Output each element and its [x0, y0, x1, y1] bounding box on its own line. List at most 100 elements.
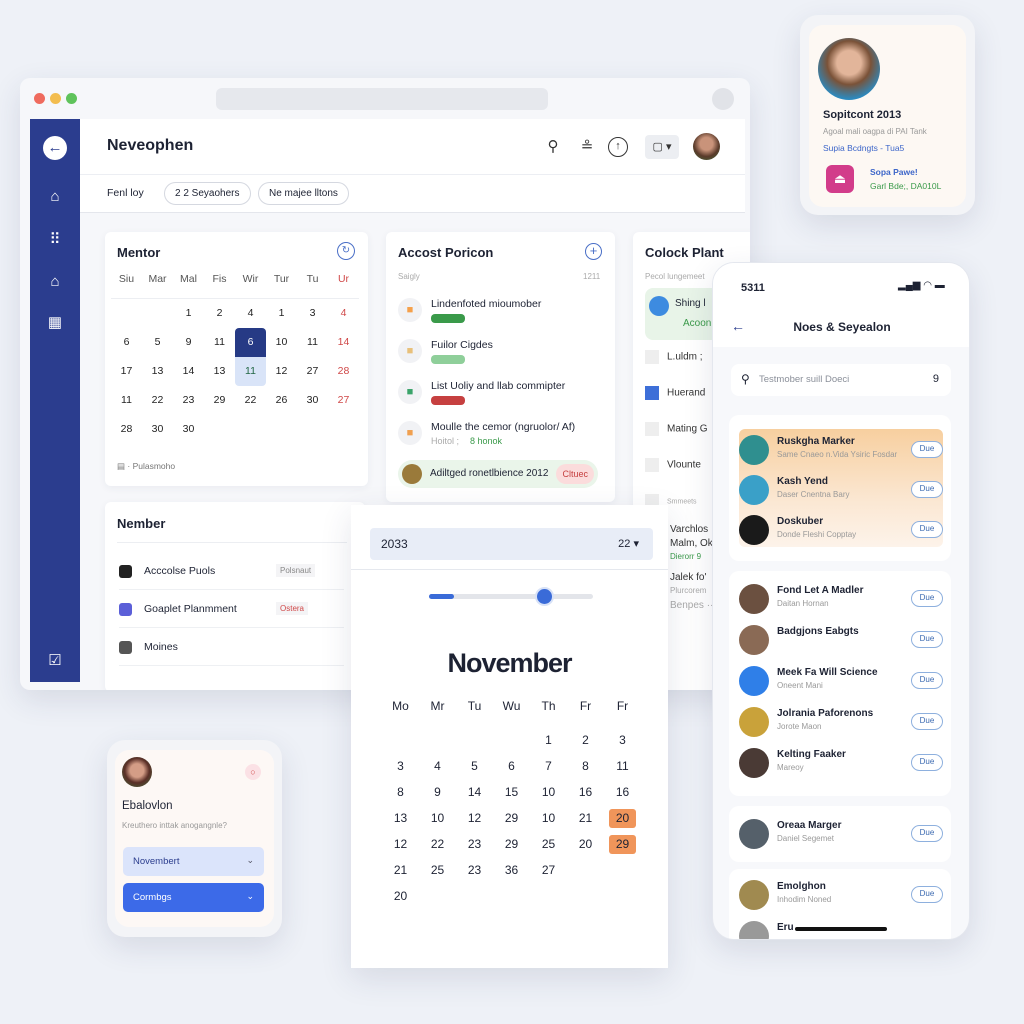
list-item-text[interactable]: Dierorr 9 [670, 552, 701, 561]
calendar-day[interactable]: 1 [266, 299, 297, 328]
calendar-day[interactable]: 20 [567, 833, 604, 859]
calendar-day[interactable]: 30 [173, 415, 204, 444]
calendar-day[interactable]: 28 [111, 415, 142, 444]
due-button[interactable]: Due [911, 825, 943, 842]
grid-icon[interactable]: ⠿ [43, 228, 67, 252]
calendar-day[interactable]: 15 [493, 781, 530, 807]
due-button[interactable]: Due [911, 441, 943, 458]
calendar-day[interactable]: 12 [382, 833, 419, 859]
list-item[interactable]: ■ Lindenfoted mioumober [398, 292, 598, 332]
calendar-day[interactable]: 27 [530, 859, 567, 885]
refresh-icon[interactable]: ↻ [337, 242, 355, 260]
calendar-day[interactable]: 14 [328, 328, 359, 357]
filter-chip[interactable]: 2 2 Seyaohers [164, 182, 251, 205]
calendar-day[interactable]: 4 [235, 299, 266, 328]
calendar-day[interactable]: 7 [530, 755, 567, 781]
contact-row[interactable]: Ruskgha Marker Same Cnaeo n.Vida Ysiric F… [739, 430, 943, 470]
calendar-day[interactable]: 29 [604, 833, 641, 859]
calendar-day[interactable]: 17 [111, 357, 142, 386]
calendar-day[interactable]: 26 [266, 386, 297, 415]
calendar-day[interactable]: 14 [173, 357, 204, 386]
calendar-day[interactable]: 5 [456, 755, 493, 781]
maximize-window-button[interactable] [66, 93, 77, 104]
calendar-day[interactable]: 22 [142, 386, 173, 415]
calendar-day[interactable]: 1 [173, 299, 204, 328]
calendar-day[interactable]: 21 [382, 859, 419, 885]
list-item[interactable]: Huerand [645, 386, 705, 400]
calendar-day[interactable]: 5 [142, 328, 173, 357]
contact-row[interactable]: Jolrania Paforenons Jorote Maon Due [739, 702, 943, 742]
contact-row[interactable]: Meek Fa Will Science Oneent Mani Due [739, 661, 943, 701]
month-select[interactable]: Novembert ⌄ [123, 847, 264, 876]
calendar-day[interactable]: 27 [328, 386, 359, 415]
due-button[interactable]: Due [911, 672, 943, 689]
calendar-day[interactable]: 3 [297, 299, 328, 328]
calendar-day[interactable]: 9 [419, 781, 456, 807]
calendar-day[interactable]: 20 [604, 807, 641, 833]
calendar-day[interactable]: 10 [530, 807, 567, 833]
calendar-day[interactable]: 13 [204, 357, 235, 386]
close-icon[interactable]: ○ [245, 764, 261, 780]
contact-row[interactable]: Emolghon Inhodim Noned Due [739, 875, 943, 915]
search-input[interactable]: ⚲ Testmober suill Doeci 9 [731, 364, 951, 396]
search-icon[interactable]: ⚲ [541, 135, 565, 159]
calendar-day[interactable]: 10 [419, 807, 456, 833]
app-icon[interactable]: ⏏ [826, 165, 854, 193]
year-selector[interactable]: 2033 22 ▾ [370, 528, 653, 560]
calendar-day[interactable]: 21 [567, 807, 604, 833]
list-item[interactable]: Acccolse Puols Polsnaut [119, 552, 344, 590]
calendar-day[interactable]: 2 [567, 729, 604, 755]
calendar-day[interactable]: 2 [204, 299, 235, 328]
list-item[interactable]: ■ Moulle the cemor (ngruolor/ Af) Hoitol ;… [398, 415, 598, 455]
calendar-day[interactable]: 11 [297, 328, 328, 357]
back-icon[interactable]: ← [43, 136, 67, 160]
home-icon[interactable]: ⌂ [43, 185, 67, 209]
list-item-text[interactable]: Plurcorem [670, 586, 706, 595]
calendar-day[interactable]: 4 [419, 755, 456, 781]
close-window-button[interactable] [34, 93, 45, 104]
list-item[interactable]: L.uldm ; [645, 350, 703, 364]
info-icon[interactable]: ↑ [608, 137, 628, 157]
calendar-day[interactable]: 4 [328, 299, 359, 328]
due-button[interactable]: Due [911, 590, 943, 607]
calendar-day[interactable]: 6 [493, 755, 530, 781]
calendar-day[interactable]: 23 [173, 386, 204, 415]
calendar-day[interactable]: 30 [297, 386, 328, 415]
list-item[interactable]: Moines [119, 628, 344, 666]
calendar-day[interactable]: 29 [204, 386, 235, 415]
calendar-day[interactable]: 12 [266, 357, 297, 386]
year-dropdown[interactable]: 22 ▾ [618, 537, 639, 550]
calendar-day[interactable]: 28 [328, 357, 359, 386]
minimize-window-button[interactable] [50, 93, 61, 104]
calendar-day[interactable]: 14 [456, 781, 493, 807]
calendar-day[interactable]: 27 [297, 357, 328, 386]
calendar-day[interactable]: 11 [235, 357, 266, 386]
calendar-day[interactable]: 9 [173, 328, 204, 357]
calendar-day[interactable]: 13 [142, 357, 173, 386]
calendar-day[interactable]: 6 [111, 328, 142, 357]
calendar-day[interactable]: 1 [530, 729, 567, 755]
calendar-icon[interactable]: ☑ [43, 649, 67, 673]
calendar-day[interactable]: 20 [382, 885, 419, 911]
calendar-day[interactable]: 8 [567, 755, 604, 781]
calendar-day[interactable]: 8 [382, 781, 419, 807]
add-icon[interactable]: + [585, 243, 602, 260]
calendar-day[interactable]: 25 [419, 859, 456, 885]
due-button[interactable]: Due [911, 481, 943, 498]
profile-link[interactable]: Supia Bcdngts - Tua5 [823, 143, 904, 153]
calendar-day[interactable]: 10 [266, 328, 297, 357]
profile-icon[interactable] [712, 88, 734, 110]
calendar-day[interactable]: 3 [604, 729, 641, 755]
list-item[interactable]: Vlounte [645, 458, 701, 472]
address-bar[interactable] [216, 88, 548, 110]
due-button[interactable]: Due [911, 521, 943, 538]
calendar-day[interactable]: 10 [530, 781, 567, 807]
contact-row[interactable]: Fond Let A Madler Daitan Hornan Due [739, 579, 943, 619]
calendar-day[interactable]: 6 [235, 328, 266, 357]
calendar-day[interactable]: 23 [456, 859, 493, 885]
calendar-day[interactable]: 23 [456, 833, 493, 859]
list-item-text[interactable]: Benpes ··· [670, 600, 717, 611]
contact-row[interactable]: Kelting Faaker Mareoy Due [739, 743, 943, 783]
due-button[interactable]: Due [911, 754, 943, 771]
calendar-day[interactable]: 29 [493, 833, 530, 859]
